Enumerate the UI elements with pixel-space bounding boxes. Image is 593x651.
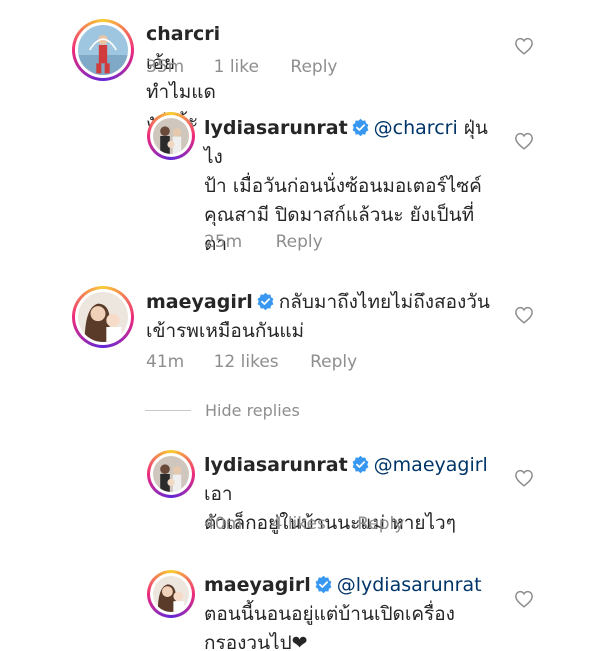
heart-outline-icon[interactable] [514, 37, 534, 55]
heart-outline-icon[interactable] [514, 469, 534, 487]
avatar[interactable] [147, 450, 195, 498]
reply-button[interactable]: Reply [276, 232, 323, 252]
comment-meta: 40m 4 likes Reply [204, 514, 404, 534]
comment-text: กรองวนไป❤ [204, 632, 308, 651]
heart-outline-icon[interactable] [514, 132, 534, 150]
avatar[interactable] [147, 570, 195, 618]
comment-time: 25m [204, 232, 243, 252]
hide-replies-button[interactable]: Hide replies [145, 401, 300, 420]
reply-button[interactable]: Reply [357, 514, 404, 534]
comment-username[interactable]: maeyagirl [146, 291, 253, 313]
comment-time: 41m [146, 352, 185, 372]
comment-likes[interactable]: 12 likes [214, 352, 279, 372]
comment-text: เข้ารพเหมือนกันแม่ [146, 320, 305, 342]
comment-meta: 41m 12 likes Reply [146, 352, 357, 372]
comment-username[interactable]: lydiasarunrat [204, 454, 348, 476]
comment-text: เอา [204, 483, 233, 505]
verified-badge-icon [257, 292, 274, 311]
comment-time: 40m [204, 514, 243, 534]
verified-badge-icon [352, 455, 369, 474]
verified-badge-icon [352, 118, 369, 137]
comment-body: maeyagirl กลับมาถึงไทยไม่ถึงสองวัน เข้ารพ… [146, 288, 506, 346]
hide-replies-label: Hide replies [205, 401, 300, 420]
mention-link[interactable]: @lydiasarunrat [337, 574, 482, 596]
reply-button[interactable]: Reply [310, 352, 357, 372]
avatar[interactable] [72, 19, 134, 81]
comment-text: ป้า เมื่อวันก่อนนั่งซ้อนมอเตอร์ไซค์ [204, 175, 482, 197]
reply-button[interactable]: Reply [290, 57, 337, 77]
comment-time: 35m [146, 57, 185, 77]
heart-outline-icon[interactable] [514, 306, 534, 324]
comment-body: maeyagirl @lydiasarunrat ตอนนี้นอนอยู่แต่… [204, 571, 504, 651]
comment-text: ตอนนี้นอนอยู่แต่บ้านเปิดเครื่อง [204, 603, 455, 625]
comment-meta: 25m Reply [204, 232, 323, 252]
avatar[interactable] [72, 286, 134, 348]
avatar[interactable] [147, 112, 195, 160]
comment-meta: 35m 1 like Reply [146, 57, 337, 77]
comment-likes[interactable]: 1 like [214, 57, 259, 77]
comment-text: คุณสามี ปิดมาสก์แล้วนะ ยังเป็นที่ [204, 204, 475, 226]
comment-username[interactable]: lydiasarunrat [204, 117, 348, 139]
heart-outline-icon[interactable] [514, 590, 534, 608]
comment-username[interactable]: maeyagirl [204, 574, 311, 596]
comment-likes[interactable]: 4 likes [272, 514, 326, 534]
verified-badge-icon [315, 575, 332, 594]
comment-text: กลับมาถึงไทยไม่ถึงสองวัน [278, 291, 490, 313]
mention-link[interactable]: @maeyagirl [374, 454, 488, 476]
divider [145, 410, 191, 411]
comment-username[interactable]: charcri [146, 23, 220, 45]
mention-link[interactable]: @charcri [374, 117, 458, 139]
